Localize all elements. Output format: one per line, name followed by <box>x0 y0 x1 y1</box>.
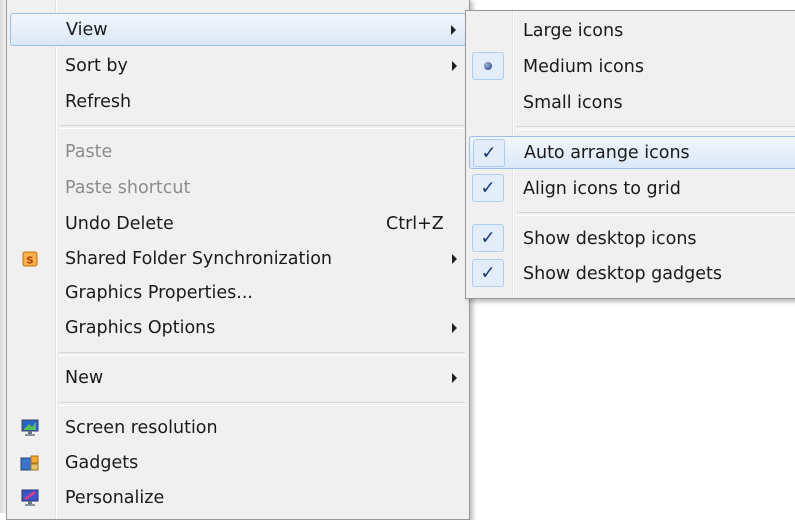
menu-item-label: Graphics Properties... <box>65 282 253 303</box>
submenu-item-label: Small icons <box>523 92 623 113</box>
submenu-item-medium-icons[interactable]: Medium icons <box>469 50 795 83</box>
menu-item-refresh[interactable]: Refresh <box>10 85 466 118</box>
menu-item-label: Gadgets <box>65 452 139 473</box>
submenu-item-label: Show desktop icons <box>523 228 697 249</box>
submenu-arrow-icon <box>452 253 457 264</box>
submenu-item-large-icons[interactable]: Large icons <box>469 14 795 47</box>
desktop-context-menu: View Sort by Refresh Paste Paste shortcu… <box>6 0 470 520</box>
menu-separator <box>59 402 465 406</box>
menu-item-personalize[interactable]: Personalize <box>10 481 466 514</box>
checkmark-icon: ✓ <box>472 224 504 252</box>
menu-item-label: Undo Delete <box>65 213 174 234</box>
checkmark-icon: ✓ <box>472 259 504 287</box>
view-submenu: Large icons Medium icons Small icons ✓ A… <box>465 10 795 299</box>
menu-item-graphics-options[interactable]: Graphics Options <box>10 311 466 344</box>
submenu-separator <box>516 126 795 130</box>
submenu-separator <box>516 212 795 216</box>
checkmark-icon: ✓ <box>472 174 504 202</box>
submenu-item-label: Auto arrange icons <box>524 142 690 163</box>
menu-item-label: Shared Folder Synchronization <box>65 248 332 269</box>
submenu-item-small-icons[interactable]: Small icons <box>469 86 795 119</box>
menu-item-label: Screen resolution <box>65 417 218 438</box>
checkmark-icon: ✓ <box>473 139 505 167</box>
submenu-item-label: Show desktop gadgets <box>523 263 722 284</box>
menu-item-shortcut: Ctrl+Z <box>386 213 444 234</box>
menu-item-view[interactable]: View <box>10 13 466 46</box>
shared-folder-sync-icon: S <box>20 250 40 268</box>
personalize-icon <box>20 489 40 507</box>
menu-item-paste-shortcut: Paste shortcut <box>10 171 466 204</box>
menu-item-paste: Paste <box>10 135 466 168</box>
submenu-item-auto-arrange-icons[interactable]: ✓ Auto arrange icons <box>469 136 795 169</box>
menu-item-undo-delete[interactable]: Undo Delete Ctrl+Z <box>10 207 466 240</box>
submenu-arrow-icon <box>452 322 457 333</box>
menu-item-label: New <box>65 367 104 388</box>
menu-item-graphics-properties[interactable]: Graphics Properties... <box>10 276 466 309</box>
submenu-item-align-icons-to-grid[interactable]: ✓ Align icons to grid <box>469 172 795 205</box>
monitor-icon <box>20 419 40 437</box>
menu-item-label: Personalize <box>65 487 165 508</box>
submenu-arrow-icon <box>452 60 457 71</box>
menu-item-label: Refresh <box>65 91 132 112</box>
submenu-arrow-icon <box>451 24 456 35</box>
menu-item-label: View <box>66 19 108 40</box>
menu-item-label: Paste shortcut <box>65 177 191 198</box>
menu-separator <box>59 125 465 129</box>
menu-item-label: Graphics Options <box>65 317 216 338</box>
menu-item-label: Paste <box>65 141 113 162</box>
menu-item-sort-by[interactable]: Sort by <box>10 49 466 82</box>
submenu-item-label: Align icons to grid <box>523 178 681 199</box>
submenu-arrow-icon <box>452 372 457 383</box>
gadgets-icon <box>20 454 40 472</box>
submenu-item-label: Large icons <box>523 20 624 41</box>
submenu-item-label: Medium icons <box>523 56 644 77</box>
radio-selected-icon <box>472 52 504 80</box>
menu-separator <box>59 352 465 356</box>
svg-text:S: S <box>26 255 33 266</box>
submenu-item-show-desktop-icons[interactable]: ✓ Show desktop icons <box>469 222 795 255</box>
menu-item-screen-resolution[interactable]: Screen resolution <box>10 411 466 444</box>
menu-item-new[interactable]: New <box>10 361 466 394</box>
menu-item-shared-folder-synchronization[interactable]: S Shared Folder Synchronization <box>10 242 466 275</box>
menu-item-label: Sort by <box>65 55 128 76</box>
submenu-item-show-desktop-gadgets[interactable]: ✓ Show desktop gadgets <box>469 257 795 290</box>
menu-item-gadgets[interactable]: Gadgets <box>10 446 466 479</box>
